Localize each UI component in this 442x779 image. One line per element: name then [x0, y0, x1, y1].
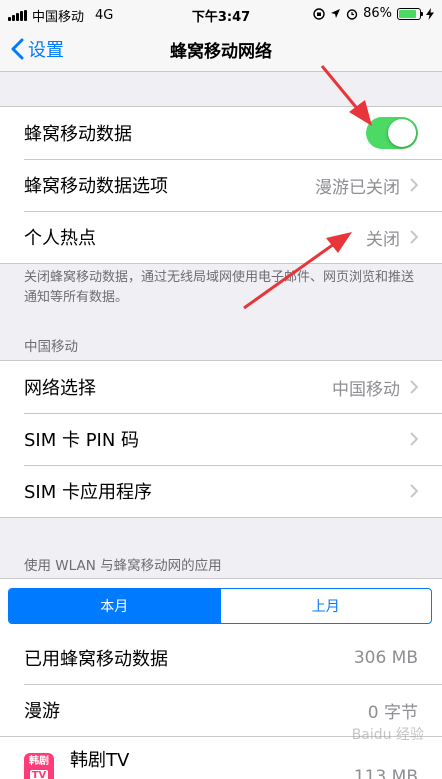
app-name: 韩剧TV — [70, 749, 130, 771]
cellular-data-toggle[interactable] — [366, 117, 418, 149]
charging-icon — [426, 7, 434, 20]
page-title: 蜂窝移动网络 — [170, 42, 272, 62]
cellular-data-row: 蜂窝移动数据 — [0, 107, 442, 159]
personal-hotspot-value: 关闭 — [366, 229, 400, 250]
battery-icon — [397, 7, 423, 20]
network-selection-value: 中国移动 — [332, 379, 400, 400]
cellular-data-label: 蜂窝移动数据 — [24, 124, 132, 145]
battery-percent: 86% — [363, 6, 392, 21]
location-icon — [331, 9, 341, 18]
app-icon: 韩剧 TV — [24, 752, 54, 779]
cellular-options-label: 蜂窝移动数据选项 — [24, 176, 168, 197]
navigation-bar: 设置 蜂窝移动网络 — [0, 28, 442, 72]
watermark: Baidu 经验 — [351, 727, 424, 743]
roaming-label: 漫游 — [24, 701, 60, 722]
cellular-group: 蜂窝移动数据 蜂窝移动数据选项 漫游已关闭 个人热点 关闭 — [0, 106, 442, 264]
carrier-group: 网络选择 中国移动 SIM 卡 PIN 码 SIM 卡应用程序 — [0, 360, 442, 518]
network-selection-label: 网络选择 — [24, 378, 96, 399]
cellular-options-value: 漫游已关闭 — [315, 177, 400, 198]
carrier-section-header: 中国移动 — [24, 339, 78, 355]
app-usage: 113 MB — [353, 766, 418, 779]
personal-hotspot-row[interactable]: 个人热点 关闭 — [0, 211, 442, 263]
sim-apps-row[interactable]: SIM 卡应用程序 — [0, 465, 442, 517]
chevron-right-icon — [410, 230, 418, 244]
alarm-icon — [346, 8, 358, 20]
personal-hotspot-label: 个人热点 — [24, 228, 96, 249]
tab-this-month[interactable]: 本月 — [9, 589, 220, 623]
rotation-lock-icon — [313, 7, 325, 20]
sim-apps-label: SIM 卡应用程序 — [24, 482, 152, 503]
chevron-right-icon — [410, 178, 418, 192]
status-right: 86% — [313, 6, 434, 21]
sim-pin-row[interactable]: SIM 卡 PIN 码 — [0, 413, 442, 465]
toggle-knob — [388, 119, 416, 147]
chevron-right-icon — [410, 432, 418, 446]
apps-section-header: 使用 WLAN 与蜂窝移动网的应用 — [24, 558, 222, 574]
roaming-value: 0 字节 — [367, 702, 418, 723]
tab-last-month[interactable]: 上月 — [219, 589, 432, 623]
cellular-options-row[interactable]: 蜂窝移动数据选项 漫游已关闭 — [0, 159, 442, 211]
chevron-right-icon — [410, 484, 418, 498]
status-bar: 中国移动 4G 下午3:47 86% — [0, 0, 442, 28]
usage-list: 已用蜂窝移动数据 306 MB 漫游 0 字节 韩剧 TV 韩剧TV 113 M… — [0, 632, 442, 779]
data-used-label: 已用蜂窝移动数据 — [24, 649, 168, 670]
data-used-row: 已用蜂窝移动数据 306 MB — [0, 632, 442, 684]
period-segmented-control: 本月 上月 — [8, 588, 432, 624]
app-icon-line2: TV — [29, 769, 49, 779]
cellular-footnote: 关闭蜂窝移动数据，通过无线局域网使用电子邮件、网页浏览和推送通知等所有数据。 — [24, 270, 415, 305]
chevron-right-icon — [410, 380, 418, 394]
sim-pin-label: SIM 卡 PIN 码 — [24, 430, 140, 451]
app-icon-line1: 韩剧 — [29, 755, 49, 767]
battery-fill — [399, 9, 417, 18]
data-used-value: 306 MB — [353, 648, 418, 668]
network-selection-row[interactable]: 网络选择 中国移动 — [0, 361, 442, 413]
